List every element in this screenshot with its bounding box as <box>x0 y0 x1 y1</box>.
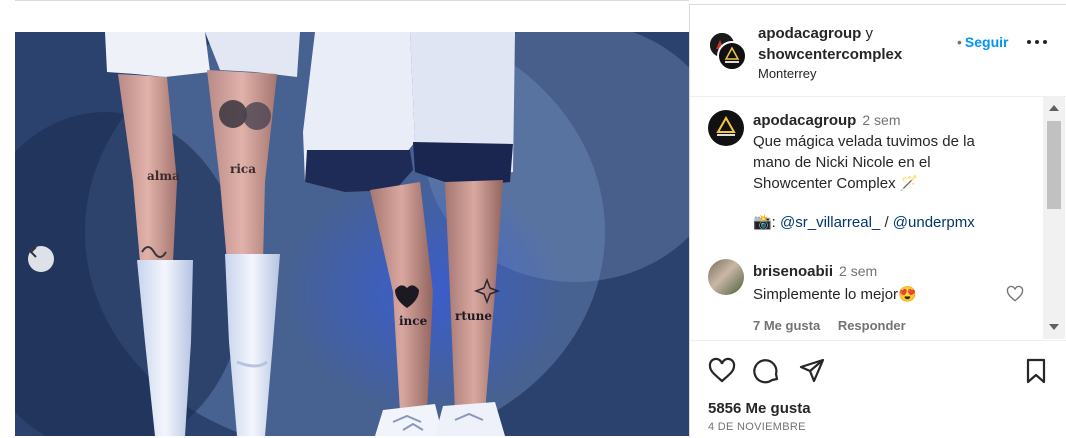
follow-button[interactable]: • Seguir <box>957 34 1008 50</box>
avatar[interactable] <box>708 259 744 295</box>
tattoo-text: alma <box>147 169 180 183</box>
avatar[interactable] <box>717 41 747 71</box>
separator-dot: • <box>957 34 962 50</box>
chevron-left-icon <box>29 246 37 258</box>
comment-body: brisenoabii 2 sem Simplemente lo mejor😍 7… <box>753 263 1013 333</box>
comment-meta: 7 Me gusta Responder <box>753 318 1013 333</box>
comment-time[interactable]: 2 sem <box>862 112 900 128</box>
post-top-strip <box>15 0 689 33</box>
credit-separator: / <box>880 214 893 231</box>
avatar[interactable] <box>708 110 744 146</box>
post-photo[interactable]: alma rica ince rtune <box>15 32 689 436</box>
logo-icon <box>716 115 736 136</box>
more-horizontal-icon[interactable] <box>1026 37 1048 47</box>
author-link[interactable]: showcentercomplex <box>758 46 902 63</box>
reply-button[interactable]: Responder <box>838 318 906 333</box>
tattoo-text: ince <box>399 314 428 328</box>
comment-likes[interactable]: 7 Me gusta <box>753 318 820 333</box>
author-link[interactable]: apodacagroup <box>758 25 861 42</box>
comment-text: Simplemente lo mejor😍 <box>753 286 917 303</box>
scroll-up-arrow[interactable] <box>1049 105 1059 111</box>
prev-photo-button[interactable] <box>28 246 54 272</box>
caption: apodacagroup 2 sem Que mágica velada tuvi… <box>690 97 1042 247</box>
post-location[interactable]: Monterrey <box>758 66 817 81</box>
scrollbar-thumb[interactable] <box>1047 121 1061 209</box>
avatar-group[interactable] <box>708 31 747 71</box>
credit-prefix: 📸: <box>753 214 781 231</box>
paper-plane-icon[interactable] <box>798 357 826 385</box>
heart-icon[interactable] <box>1006 285 1024 303</box>
comment-icon[interactable] <box>753 357 781 385</box>
scroll-down-arrow[interactable] <box>1049 324 1059 330</box>
comments-list[interactable]: apodacagroup 2 sem Que mágica velada tuvi… <box>690 97 1042 339</box>
caption-credits: 📸: @sr_villarreal_ / @underpmx <box>753 212 1033 233</box>
likes-count[interactable]: 5856 Me gusta <box>708 400 811 417</box>
bookmark-icon[interactable] <box>1022 357 1050 385</box>
post-date[interactable]: 4 DE NOVIEMBRE <box>708 421 806 433</box>
comment-username[interactable]: brisenoabii <box>753 263 833 280</box>
tattoo-text: rica <box>230 162 256 176</box>
post-side-panel: apodacagroup y showcentercomplex Monterr… <box>689 4 1066 437</box>
heart-icon[interactable] <box>708 357 736 385</box>
logo-icon <box>724 46 740 63</box>
comment-item: brisenoabii 2 sem Simplemente lo mejor😍 7… <box>690 257 1042 337</box>
post-authors: apodacagroup y showcentercomplex <box>758 23 902 65</box>
post-actions: 5856 Me gusta 4 DE NOVIEMBRE <box>690 340 1066 438</box>
caption-body: apodacagroup 2 sem Que mágica velada tuvi… <box>753 112 1033 233</box>
author-joiner: y <box>865 25 874 42</box>
mention-link[interactable]: @underpmx <box>893 214 975 231</box>
comments-scrollbar[interactable] <box>1043 97 1065 339</box>
mention-link[interactable]: @sr_villarreal_ <box>780 214 880 231</box>
comment-time[interactable]: 2 sem <box>839 263 877 279</box>
photo-illustration: alma rica ince rtune <box>15 32 689 436</box>
caption-text: Que mágica velada tuvimos de la mano de … <box>753 133 975 192</box>
tattoo-text: rtune <box>455 309 492 323</box>
comment-username[interactable]: apodacagroup <box>753 112 856 129</box>
post-header: apodacagroup y showcentercomplex Monterr… <box>690 5 1066 97</box>
follow-label: Seguir <box>964 34 1009 50</box>
